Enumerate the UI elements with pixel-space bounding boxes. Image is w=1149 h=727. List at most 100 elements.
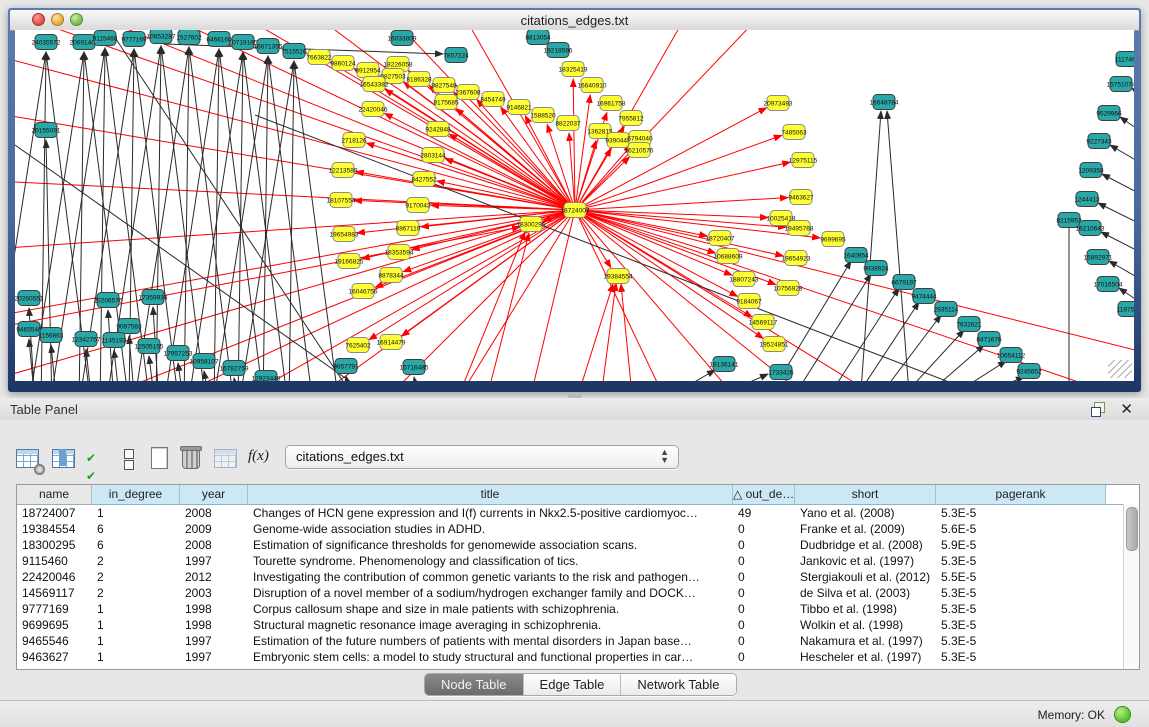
network-node[interactable]: 18300295 bbox=[517, 217, 546, 232]
network-node[interactable]: 12975115 bbox=[789, 153, 818, 168]
scrollbar-thumb[interactable] bbox=[1126, 507, 1138, 551]
table-cell[interactable]: 5.9E-5 bbox=[936, 537, 1106, 553]
network-node[interactable]: 16961758 bbox=[597, 96, 626, 111]
table-cell[interactable]: 0 bbox=[733, 649, 795, 665]
table-cell[interactable]: Stergiakouli et al. (2012) bbox=[795, 569, 936, 585]
table-cell[interactable]: 2008 bbox=[180, 537, 248, 553]
network-node[interactable]: 9777169 bbox=[121, 32, 147, 47]
network-node[interactable]: 8427552 bbox=[411, 172, 437, 187]
network-node[interactable]: 24035572 bbox=[32, 35, 61, 50]
network-node[interactable]: 16543382 bbox=[360, 77, 389, 92]
network-node[interactable]: 1187536 bbox=[1117, 302, 1134, 317]
table-cell[interactable]: Investigating the contribution of common… bbox=[248, 569, 733, 585]
table-cell[interactable]: 1997 bbox=[180, 649, 248, 665]
network-node[interactable]: 16210643 bbox=[1076, 221, 1105, 236]
network-node[interactable]: 15892971 bbox=[1084, 250, 1113, 265]
table-cell[interactable]: Corpus callosum shape and size in male p… bbox=[248, 601, 733, 617]
network-node[interactable]: 22420046 bbox=[359, 102, 388, 117]
table-row[interactable]: 977716911998Corpus callosum shape and si… bbox=[17, 601, 1139, 617]
network-node[interactable]: 9463627 bbox=[788, 190, 814, 205]
network-node[interactable]: 18720407 bbox=[706, 231, 735, 246]
network-node[interactable]: 14569117 bbox=[749, 315, 778, 330]
network-node[interactable]: 7632621 bbox=[956, 317, 982, 332]
network-node[interactable]: 16671355 bbox=[254, 39, 283, 54]
import-table-button[interactable] bbox=[212, 446, 240, 472]
function-builder-button[interactable]: f(x) bbox=[248, 448, 276, 474]
table-cell[interactable]: 5.3E-5 bbox=[936, 585, 1106, 601]
table-cell[interactable]: 1998 bbox=[180, 617, 248, 633]
network-node[interactable]: 2367608 bbox=[455, 85, 481, 100]
network-node[interactable]: 7625402 bbox=[345, 338, 371, 353]
network-node[interactable]: 7857224 bbox=[443, 48, 469, 63]
network-node[interactable]: 1145193 bbox=[102, 333, 127, 348]
table-row[interactable]: 911546021997Tourette syndrome. Phenomeno… bbox=[17, 553, 1139, 569]
network-node[interactable]: 20206576 bbox=[94, 293, 123, 308]
table-selector-dropdown[interactable]: citations_edges.txt ▲▼ bbox=[285, 445, 679, 469]
table-row[interactable]: 946362711997Embryonic stem cells: a mode… bbox=[17, 649, 1139, 665]
table-row[interactable]: 2242004622012Investigating the contribut… bbox=[17, 569, 1139, 585]
network-node[interactable]: 9857791 bbox=[333, 359, 359, 374]
table-cell[interactable]: 9699695 bbox=[17, 617, 92, 633]
network-node[interactable]: 9175685 bbox=[433, 95, 459, 110]
network-node[interactable]: 9097583 bbox=[116, 319, 142, 334]
table-cell[interactable]: 0 bbox=[733, 633, 795, 649]
network-node[interactable]: 8813054 bbox=[525, 30, 551, 45]
network-node[interactable]: 1527602 bbox=[176, 30, 202, 45]
table-cell[interactable]: 6 bbox=[92, 537, 180, 553]
network-node[interactable]: 9529966 bbox=[1096, 106, 1122, 121]
table-cell[interactable]: Genome-wide association studies in ADHD. bbox=[248, 521, 733, 537]
table-cell[interactable]: 18724007 bbox=[17, 505, 92, 521]
table-cell[interactable]: Wolkin et al. (1998) bbox=[795, 617, 936, 633]
network-node[interactable]: 7663822 bbox=[306, 50, 332, 65]
network-node[interactable]: 20155091 bbox=[32, 123, 61, 138]
network-node[interactable]: 1209358 bbox=[1078, 163, 1104, 178]
table-cell[interactable]: Structural magnetic resonance image aver… bbox=[248, 617, 733, 633]
table-cell[interactable]: 6 bbox=[92, 521, 180, 537]
network-node[interactable]: 19654983 bbox=[330, 227, 359, 242]
table-cell[interactable]: 5.6E-5 bbox=[936, 521, 1106, 537]
network-node[interactable]: 1244413 bbox=[1074, 192, 1100, 207]
network-node[interactable]: 19136141 bbox=[710, 357, 739, 372]
table-cell[interactable]: Franke et al. (2009) bbox=[795, 521, 936, 537]
close-panel-icon[interactable]: ✕ bbox=[1120, 400, 1133, 418]
network-node[interactable]: 7955812 bbox=[618, 111, 644, 126]
table-cell[interactable]: 9777169 bbox=[17, 601, 92, 617]
table-cell[interactable]: Yano et al. (2008) bbox=[795, 505, 936, 521]
network-node[interactable]: 9242848 bbox=[425, 122, 451, 137]
network-node[interactable]: 16648784 bbox=[870, 95, 899, 110]
network-node[interactable]: 1640954 bbox=[843, 248, 869, 263]
table-cell[interactable]: 5.5E-5 bbox=[936, 569, 1106, 585]
network-node[interactable]: 9227343 bbox=[1086, 134, 1112, 149]
network-node[interactable]: 10654112 bbox=[997, 348, 1026, 363]
tab-node-table[interactable]: Node Table bbox=[425, 674, 524, 695]
network-node[interactable]: 12213589 bbox=[329, 163, 358, 178]
network-node[interactable]: 9938924 bbox=[863, 261, 889, 276]
network-node[interactable]: 9827548 bbox=[431, 78, 457, 93]
tab-network-table[interactable]: Network Table bbox=[621, 674, 735, 695]
table-cell[interactable]: 2012 bbox=[180, 569, 248, 585]
table-row[interactable]: 1872400712008Changes of HCN gene express… bbox=[17, 505, 1139, 521]
network-node[interactable]: 10756928 bbox=[774, 281, 803, 296]
table-cell[interactable]: de Silva et al. (2003) bbox=[795, 585, 936, 601]
network-node[interactable]: 17016504 bbox=[1094, 277, 1123, 292]
table-cell[interactable]: 1997 bbox=[180, 633, 248, 649]
network-node[interactable]: 1733426 bbox=[768, 365, 794, 380]
network-node[interactable]: 12505155 bbox=[135, 339, 164, 354]
network-node[interactable]: 10653287 bbox=[147, 30, 176, 44]
network-node[interactable]: 16210576 bbox=[625, 143, 654, 158]
network-node[interactable]: 17957253 bbox=[164, 346, 193, 361]
table-row[interactable]: 1830029562008Estimation of significance … bbox=[17, 537, 1139, 553]
network-node[interactable]: 12342757 bbox=[72, 332, 101, 347]
table-cell[interactable]: 19384554 bbox=[17, 521, 92, 537]
network-node[interactable]: 1117466 bbox=[1115, 52, 1134, 67]
network-node[interactable]: 9474444 bbox=[911, 289, 937, 304]
tab-edge-table[interactable]: Edge Table bbox=[524, 674, 622, 695]
show-columns-button[interactable] bbox=[50, 446, 78, 472]
network-node[interactable]: 2803144 bbox=[420, 148, 446, 163]
network-node[interactable]: 8912954 bbox=[355, 63, 381, 78]
delete-column-button[interactable] bbox=[178, 446, 206, 472]
table-cell[interactable]: Estimation of the future numbers of pati… bbox=[248, 633, 733, 649]
table-cell[interactable]: 2 bbox=[92, 569, 180, 585]
table-cell[interactable]: 5.3E-5 bbox=[936, 633, 1106, 649]
network-node[interactable]: 8454749 bbox=[480, 92, 506, 107]
